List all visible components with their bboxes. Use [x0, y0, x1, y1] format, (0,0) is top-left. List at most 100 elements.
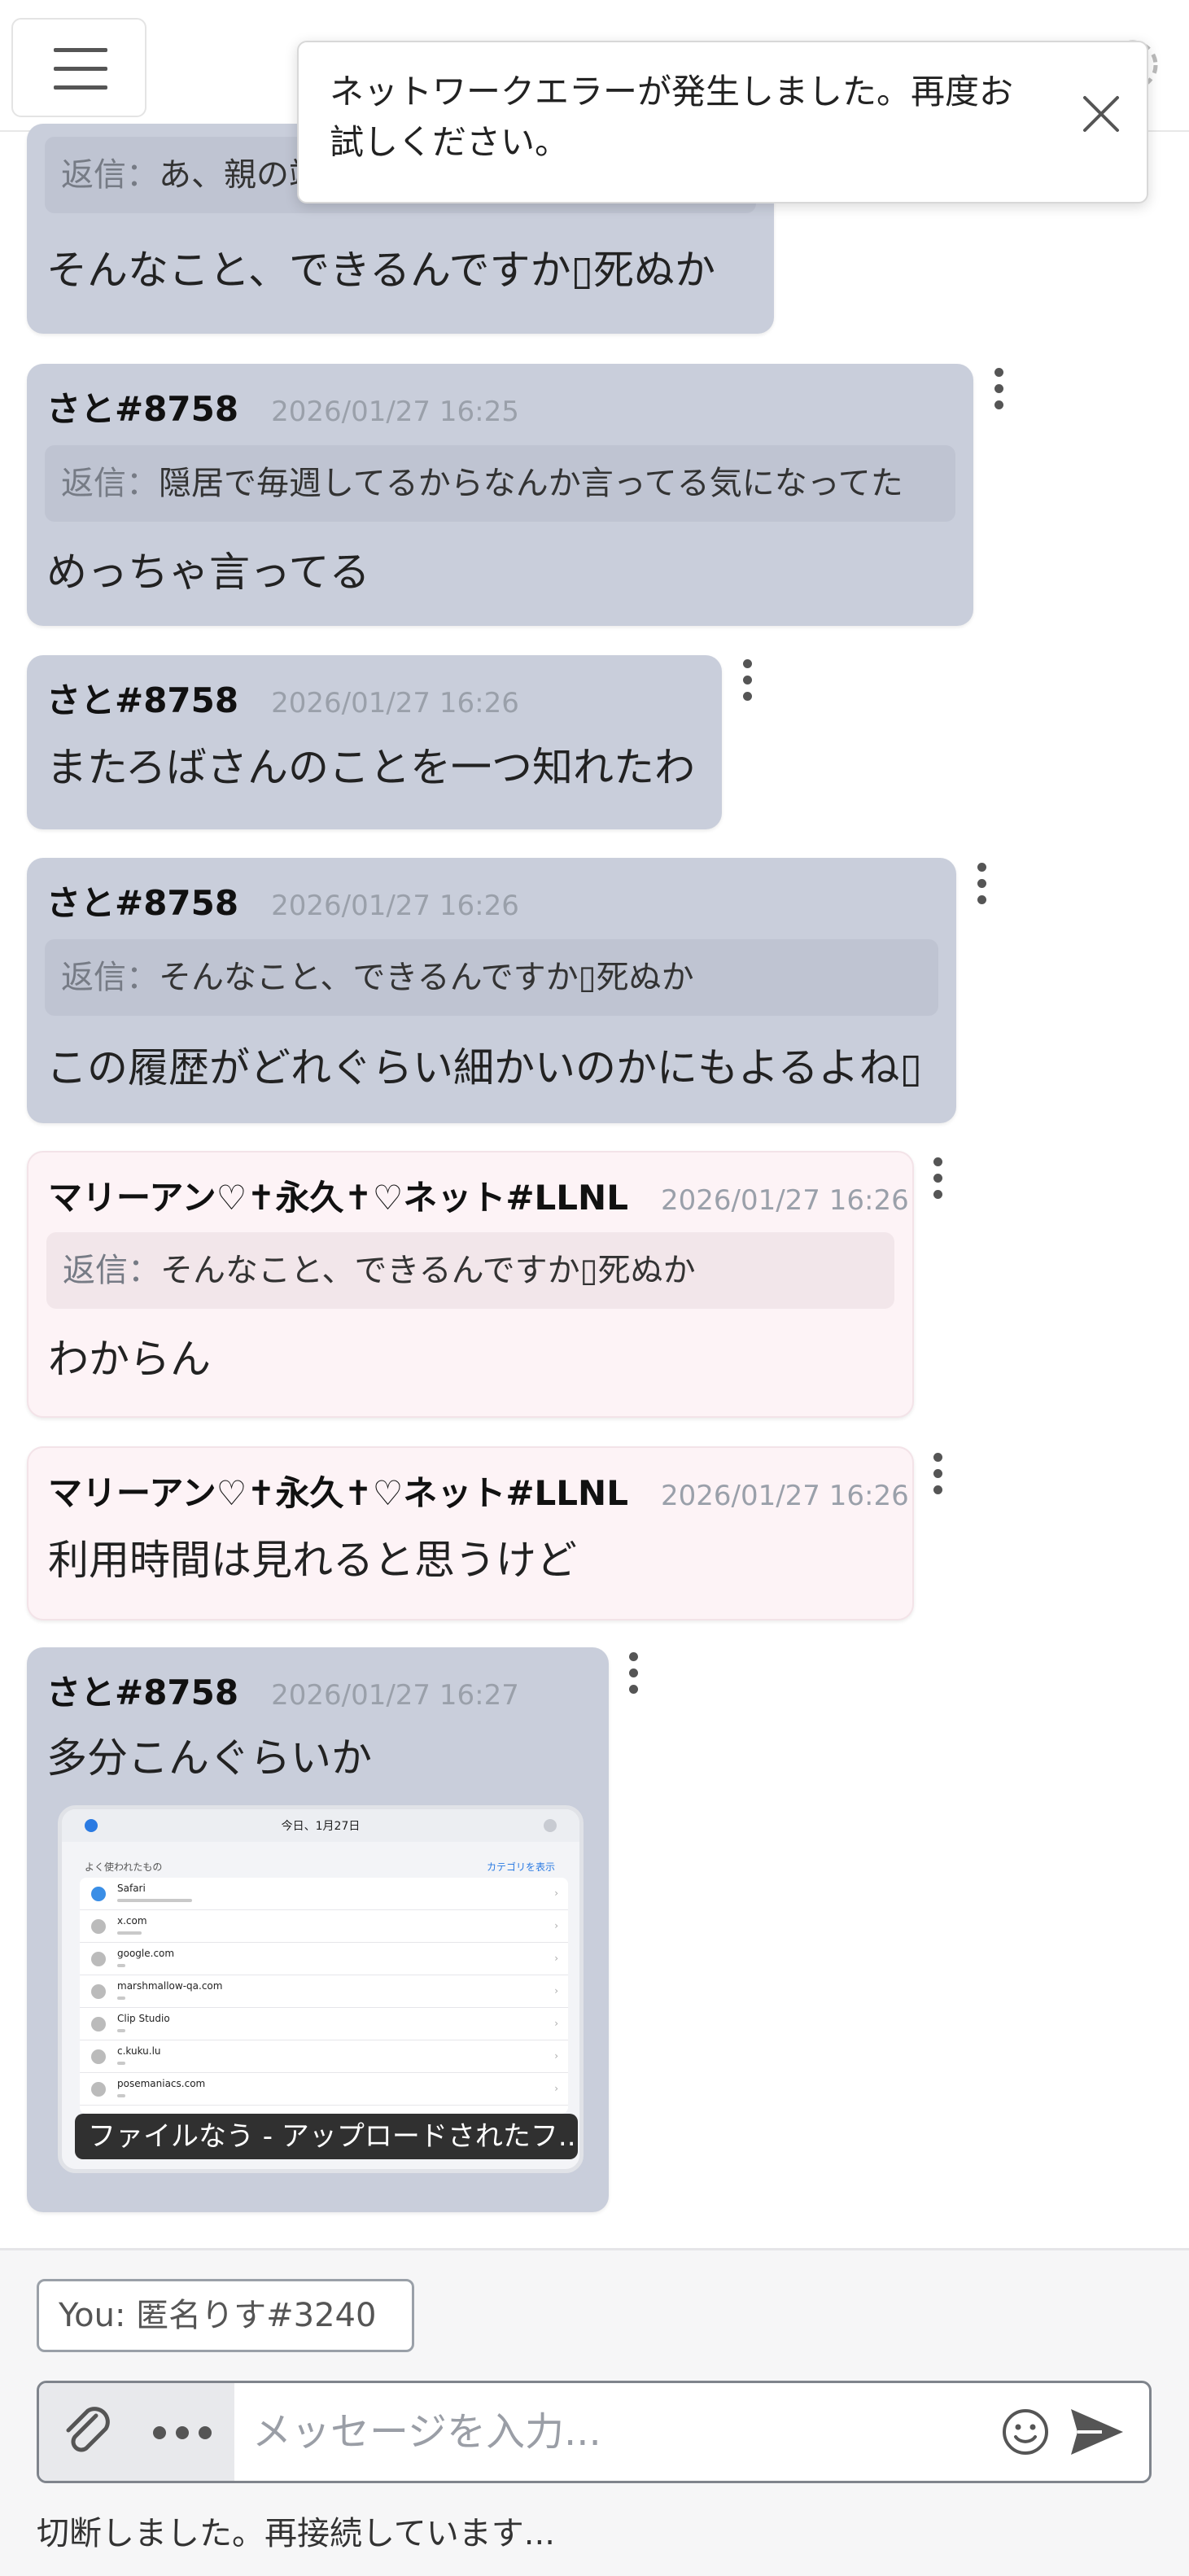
usage-row: marshmallow-qa.com ›: [80, 1975, 568, 2008]
message-text: 利用時間は見れると思うけど: [48, 1537, 577, 1584]
message-author[interactable]: さと#8758: [46, 883, 238, 923]
message-time: 2026/01/27 16:26: [660, 1184, 909, 1217]
screenshot-category-link: カテゴリを表示: [486, 1861, 555, 1873]
app-icon: [91, 2082, 106, 2097]
message-time: 2026/01/27 16:27: [271, 1679, 519, 1712]
usage-bar: [117, 1931, 142, 1935]
kebab-menu-icon[interactable]: [976, 863, 987, 912]
chevron-right-icon: ›: [554, 2050, 558, 2062]
screenshot-date: 今日、1月27日: [281, 1820, 361, 1833]
screenshot-header: 今日、1月27日: [62, 1809, 579, 1842]
chevron-right-icon: ›: [554, 1920, 558, 1931]
message-time: 2026/01/27 16:25: [271, 396, 519, 428]
app-icon: [91, 1984, 106, 1999]
paperclip-icon[interactable]: [57, 2401, 119, 2463]
message-input-bar: [37, 2381, 1152, 2483]
usage-app-name: posemaniacs.com: [117, 2078, 206, 2089]
message-bubble: マリーアン♡✝永久✝♡ネット#LLNL 2026/01/27 16:26 利用時間…: [27, 1446, 914, 1620]
message-time: 2026/01/27 16:26: [271, 687, 519, 719]
message-header: マリーアン♡✝永久✝♡ネット#LLNL 2026/01/27 16:26: [48, 1466, 909, 1515]
ellipsis-icon[interactable]: [153, 2420, 215, 2444]
usage-app-name: c.kuku.lu: [117, 2045, 161, 2057]
kebab-menu-icon[interactable]: [932, 1453, 943, 1502]
kebab-menu-icon[interactable]: [993, 368, 1004, 417]
screenshot-usage-list: Safari › x.com › google.com › marshmallow-qa.c…: [80, 1878, 568, 2114]
message-header: さと#8758 2026/01/27 16:26: [46, 673, 519, 723]
usage-app-name: Safari: [117, 1883, 146, 1894]
close-icon[interactable]: [1077, 90, 1126, 138]
message-bubble: マリーアン♡✝永久✝♡ネット#LLNL 2026/01/27 16:26 返信：そ…: [27, 1151, 914, 1418]
usage-row: posemaniacs.com ›: [80, 2073, 568, 2106]
reply-text: そんなこと、できるんですか▯死ぬか: [159, 959, 694, 996]
app-icon: [91, 1887, 106, 1901]
message-time: 2026/01/27 16:26: [660, 1480, 909, 1512]
message-header: さと#8758 2026/01/27 16:27: [46, 1665, 519, 1715]
message-text: わからん: [48, 1336, 211, 1383]
chevron-right-icon: ›: [554, 1953, 558, 1964]
chevron-right-icon: ›: [554, 2018, 558, 2029]
menu-button[interactable]: [11, 18, 146, 117]
reply-label: 返信：: [61, 156, 159, 194]
message-author[interactable]: さと#8758: [46, 1673, 238, 1712]
reply-text: 隠居で毎週してるからなんか言ってる気になってた: [159, 465, 903, 502]
chevron-right-icon: ›: [554, 1985, 558, 1997]
message-author[interactable]: マリーアン♡✝永久✝♡ネット#LLNL: [48, 1178, 628, 1218]
composer: You: 匿名りす#3240 切断しました。再接続: [0, 2248, 1189, 2576]
usage-app-name: google.com: [117, 1948, 175, 1959]
message-input[interactable]: [252, 2398, 985, 2466]
usage-app-name: Clip Studio: [117, 2013, 170, 2024]
usage-bar: [117, 1964, 125, 1967]
usage-row: c.kuku.lu ›: [80, 2040, 568, 2073]
message-text: またろばさんのことを一つ知れたわ: [46, 744, 695, 791]
usage-bar: [117, 2094, 125, 2097]
reply-text: そんなこと、できるんですか▯死ぬか: [160, 1252, 696, 1289]
kebab-menu-icon[interactable]: [932, 1157, 943, 1206]
message-header: マリーアン♡✝永久✝♡ネット#LLNL 2026/01/27 16:26: [48, 1170, 909, 1220]
attachment-caption: ファイルなう - アップロードされたフ...: [75, 2114, 578, 2159]
reply-label: 返信：: [63, 1252, 160, 1289]
chevron-right-icon: ›: [554, 2083, 558, 2094]
usage-app-name: x.com: [117, 1915, 147, 1927]
close-icon: [544, 1819, 557, 1832]
usage-app-name: marshmallow-qa.com: [117, 1980, 223, 1992]
input-actions: [39, 2383, 234, 2481]
message-text: 多分こんぐらいか: [46, 1734, 372, 1782]
app-icon: [91, 1952, 106, 1966]
usage-row: Safari ›: [80, 1878, 568, 1910]
identity-chip[interactable]: You: 匿名りす#3240: [37, 2279, 414, 2352]
reply-quote[interactable]: 返信：隠居で毎週してるからなんか言ってる気になってた: [45, 445, 955, 522]
usage-bar: [117, 1997, 125, 2000]
message-bubble: さと#8758 2026/01/27 16:27 多分こんぐらいか 今日、1月27…: [27, 1647, 609, 2212]
message-author[interactable]: さと#8758: [46, 680, 238, 720]
message-bubble: さと#8758 2026/01/27 16:26 またろばさんのことを一つ知れたわ: [27, 655, 722, 829]
reply-label: 返信：: [61, 959, 159, 996]
hamburger-icon: [54, 48, 107, 52]
kebab-menu-icon[interactable]: [627, 1652, 639, 1701]
usage-row: x.com ›: [80, 1910, 568, 1943]
image-attachment[interactable]: 今日、1月27日 よく使われたもの カテゴリを表示 Safari › x.com › g…: [58, 1805, 584, 2173]
message-author[interactable]: さと#8758: [46, 389, 238, 429]
screenshot-subtitle: よく使われたもの: [85, 1861, 163, 1873]
chevron-right-icon: ›: [554, 1887, 558, 1899]
kebab-menu-icon[interactable]: [741, 659, 753, 708]
message-text: めっちゃ言ってる: [46, 549, 370, 596]
reply-quote[interactable]: 返信：そんなこと、できるんですか▯死ぬか: [45, 939, 938, 1016]
message-bubble: さと#8758 2026/01/27 16:26 返信：そんなこと、できるんですか…: [27, 858, 956, 1123]
usage-row: google.com ›: [80, 1943, 568, 1975]
message-time: 2026/01/27 16:26: [271, 890, 519, 922]
message-text: この履歴がどれぐらい細かいのかにもよるよね▯: [46, 1044, 923, 1091]
connection-status: 切断しました。再接続しています...: [37, 2515, 555, 2552]
send-icon[interactable]: [1066, 2403, 1128, 2461]
smiley-icon[interactable]: [999, 2406, 1051, 2458]
app-icon: [91, 2049, 106, 2064]
toast-message: ネットワークエラーが発生しました。再度お試しください。: [330, 72, 1014, 162]
message-text: そんなこと、できるんですか▯死ぬか: [46, 247, 716, 294]
message-author[interactable]: マリーアン♡✝永久✝♡ネット#LLNL: [48, 1473, 628, 1513]
message-header: さと#8758 2026/01/27 16:25: [46, 382, 519, 431]
chat-app: 返信：あ、親の端末から履歴とか見れるのか そんなこと、できるんですか▯死ぬか さ…: [0, 0, 1189, 2576]
app-icon: [91, 1919, 106, 1934]
usage-bar: [117, 1899, 192, 1902]
reply-quote[interactable]: 返信：そんなこと、できるんですか▯死ぬか: [46, 1232, 894, 1309]
reply-label: 返信：: [61, 465, 159, 502]
usage-bar: [117, 2029, 125, 2032]
